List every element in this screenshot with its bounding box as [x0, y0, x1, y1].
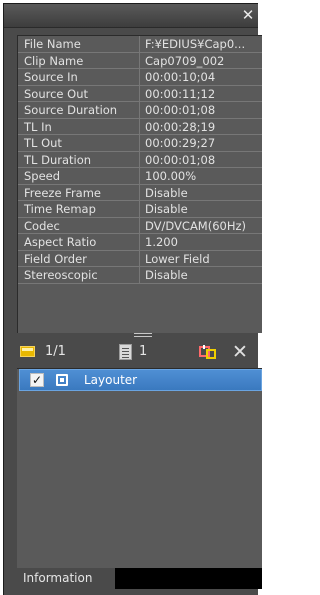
property-row: Source Duration 00:00:01;08: [18, 102, 262, 119]
effect-settings-icon[interactable]: [199, 345, 217, 359]
property-row: Source In 00:00:10;04: [18, 69, 262, 86]
property-value: Cap0709_002: [145, 53, 225, 68]
property-value: Disable: [145, 268, 188, 282]
effect-count: 1: [139, 344, 148, 359]
property-value: 00:00:10;04: [145, 70, 216, 84]
effect-enable-checkbox[interactable]: ✓: [30, 373, 44, 387]
tab-bar: Information: [17, 568, 262, 589]
property-key: Clip Name: [18, 52, 140, 68]
remove-icon[interactable]: ✕: [230, 342, 250, 362]
property-key: Speed: [18, 168, 140, 184]
titlebar: ✕: [4, 4, 258, 28]
property-key: Freeze Frame: [18, 184, 140, 200]
property-value: 00:00:29;27: [145, 136, 216, 150]
property-key: Codec: [18, 217, 140, 233]
property-value: Disable: [145, 185, 188, 200]
information-palette: ✕ File Name F:¥EDIUS¥Cap0... Clip Name Cap0…: [3, 3, 262, 595]
document-icon[interactable]: [119, 344, 132, 360]
property-key: Field Order: [18, 250, 140, 266]
property-value: 00:00:01;08: [145, 152, 216, 167]
property-row: Clip Name Cap0709_002: [18, 52, 262, 69]
property-value: DV/DVCAM(60Hz): [145, 218, 247, 233]
property-value: 100.00%: [145, 169, 197, 183]
close-icon[interactable]: ✕: [240, 7, 256, 23]
layouter-effect-icon: [56, 374, 68, 386]
properties-table: File Name F:¥EDIUS¥Cap0... Clip Name Cap070…: [17, 35, 262, 333]
property-key: Source Out: [18, 85, 140, 101]
tab-information[interactable]: Information: [17, 568, 115, 589]
property-value: 1.200: [145, 235, 178, 249]
property-value: 00:00:11;12: [145, 86, 216, 101]
property-row: TL In 00:00:28;19: [18, 118, 262, 135]
property-row: Time Remap Disable: [18, 201, 262, 218]
effects-toolbar: 1/1 1 ✕: [17, 341, 262, 363]
effects-list: ✓ Layouter: [17, 368, 262, 568]
property-value: 00:00:28;19: [145, 119, 216, 134]
layout-count: 1/1: [45, 344, 66, 359]
property-value: 00:00:01;08: [145, 103, 216, 117]
property-row: Speed 100.00%: [18, 168, 262, 185]
resize-grip-line: [134, 336, 152, 337]
property-key: TL In: [18, 118, 140, 134]
property-row: TL Out 00:00:29;27: [18, 135, 262, 152]
property-row: Source Out 00:00:11;12: [18, 85, 262, 102]
property-row: Aspect Ratio 1.200: [18, 234, 262, 251]
property-key: Source Duration: [18, 102, 140, 118]
property-row: TL Duration 00:00:01;08: [18, 151, 262, 168]
property-key: Aspect Ratio: [18, 234, 140, 250]
property-row: File Name F:¥EDIUS¥Cap0...: [18, 36, 262, 53]
property-row: Codec DV/DVCAM(60Hz): [18, 217, 262, 234]
effect-row-layouter[interactable]: ✓ Layouter: [19, 369, 262, 391]
property-key: File Name: [18, 36, 140, 52]
resize-grip[interactable]: [134, 333, 152, 334]
property-value: Lower Field: [145, 251, 210, 266]
property-key: Stereoscopic: [18, 267, 140, 283]
property-value: F:¥EDIUS¥Cap0...: [145, 37, 246, 51]
property-row: Stereoscopic Disable: [18, 267, 262, 284]
property-key: Time Remap: [18, 201, 140, 217]
property-row: Freeze Frame Disable: [18, 184, 262, 201]
effect-label: Layouter: [84, 373, 138, 387]
property-key: TL Duration: [18, 151, 140, 167]
property-row: Field Order Lower Field: [18, 250, 262, 267]
property-key: Source In: [18, 69, 140, 85]
property-key: TL Out: [18, 135, 140, 151]
property-value: Disable: [145, 202, 188, 216]
layouter-icon: [20, 346, 35, 357]
